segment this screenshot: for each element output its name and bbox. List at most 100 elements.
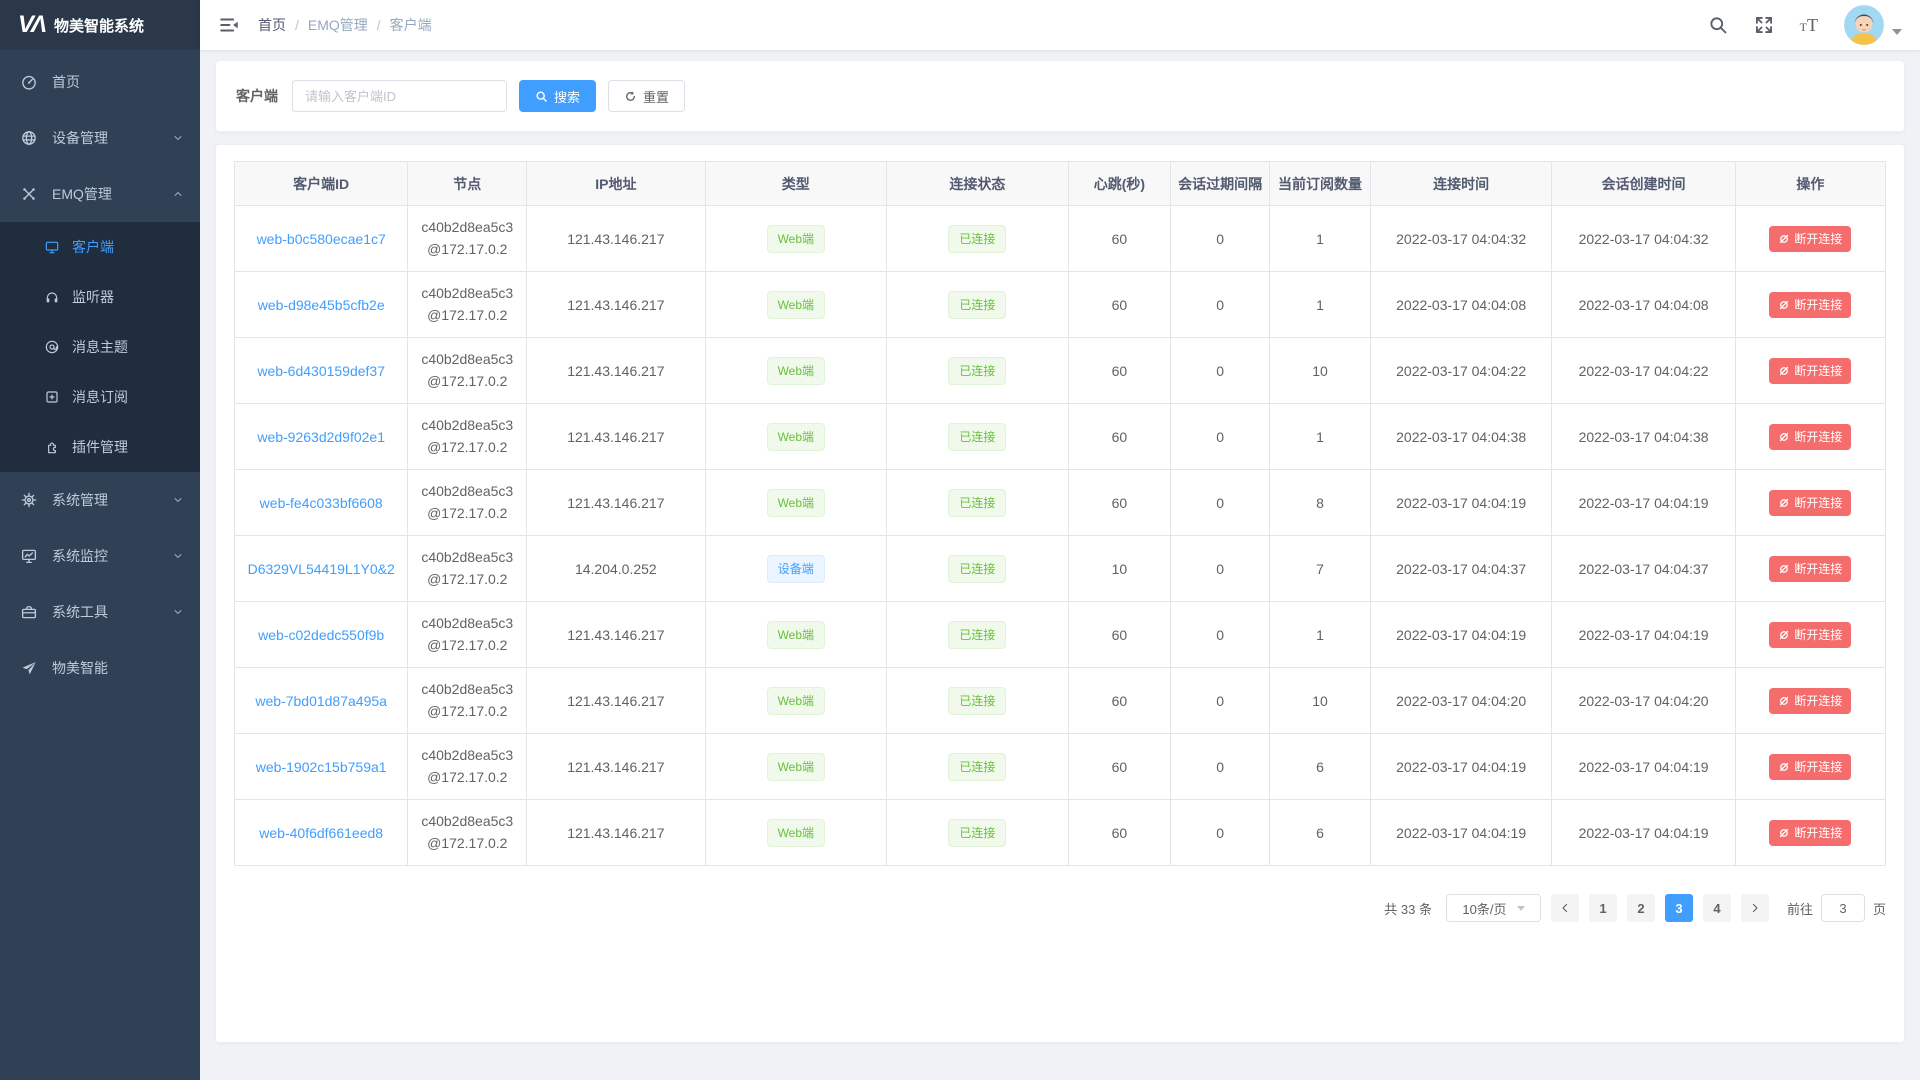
ip-cell: 121.43.146.217: [527, 338, 705, 404]
disconnect-button[interactable]: 断开连接: [1769, 820, 1851, 846]
sidebar-item-label: 客户端: [72, 237, 184, 257]
search-icon[interactable]: [1708, 15, 1728, 35]
breadcrumb-home[interactable]: 首页: [258, 15, 286, 35]
user-menu[interactable]: [1844, 5, 1902, 45]
client-id-link[interactable]: web-9263d2d9f02e1: [257, 429, 385, 445]
subscriptions-cell: 10: [1270, 668, 1371, 734]
node-name: c40b2d8ea5c3: [408, 613, 526, 635]
status-badge: 已连接: [948, 489, 1006, 517]
unlink-icon: [1778, 761, 1790, 773]
sidebar-item-label: 插件管理: [72, 437, 184, 457]
unlink-icon: [1778, 497, 1790, 509]
client-id-link[interactable]: web-7bd01d87a495a: [255, 693, 387, 709]
sidebar-item-plugins[interactable]: 插件管理: [0, 422, 200, 472]
status-badge: 已连接: [948, 819, 1006, 847]
col-ip: IP地址: [527, 162, 705, 206]
sidebar: VΛ 物美智能系统 首页 设备管理 EMQ管理: [0, 0, 200, 1080]
disconnect-button[interactable]: 断开连接: [1769, 358, 1851, 384]
sidebar-item-home[interactable]: 首页: [0, 54, 200, 110]
breadcrumb-emq[interactable]: EMQ管理: [308, 15, 368, 35]
client-id-link[interactable]: D6329VL54419L1Y0&2: [248, 561, 395, 577]
client-id-link[interactable]: web-40f6df661eed8: [259, 825, 383, 841]
status-badge: 已连接: [948, 753, 1006, 781]
breadcrumb-current: 客户端: [390, 15, 432, 35]
col-connected-at: 连接时间: [1370, 162, 1552, 206]
heartbeat-cell: 60: [1068, 470, 1170, 536]
avatar[interactable]: [1844, 5, 1884, 45]
gear-icon: [20, 491, 38, 509]
menu-fold-icon[interactable]: [218, 14, 240, 36]
fullscreen-icon[interactable]: [1754, 15, 1774, 35]
disconnect-button[interactable]: 断开连接: [1769, 490, 1851, 516]
type-badge: Web端: [767, 291, 825, 319]
col-subscriptions: 当前订阅数量: [1270, 162, 1371, 206]
sidebar-item-listeners[interactable]: 监听器: [0, 272, 200, 322]
heartbeat-cell: 60: [1068, 800, 1170, 866]
page-button-1[interactable]: 1: [1589, 894, 1617, 922]
connected-at-cell: 2022-03-17 04:04:19: [1370, 800, 1552, 866]
sidebar-item-subscriptions[interactable]: 消息订阅: [0, 372, 200, 422]
disconnect-button[interactable]: 断开连接: [1769, 226, 1851, 252]
sidebar-item-system-tools[interactable]: 系统工具: [0, 584, 200, 640]
next-page-button[interactable]: [1741, 894, 1769, 922]
status-badge: 已连接: [948, 687, 1006, 715]
page-button-4[interactable]: 4: [1703, 894, 1731, 922]
page-button-2[interactable]: 2: [1627, 894, 1655, 922]
node-name: c40b2d8ea5c3: [408, 481, 526, 503]
client-id-link[interactable]: web-6d430159def37: [257, 363, 385, 379]
page-button-3-active[interactable]: 3: [1665, 894, 1693, 922]
client-id-link[interactable]: web-d98e45b5cfb2e: [258, 297, 385, 313]
paper-plane-icon: [20, 659, 38, 677]
ip-cell: 121.43.146.217: [527, 272, 705, 338]
font-size-icon[interactable]: TT: [1800, 16, 1818, 34]
subscribe-icon: [44, 389, 60, 405]
goto-label: 前往: [1787, 899, 1813, 918]
sidebar-item-topics[interactable]: 消息主题: [0, 322, 200, 372]
prev-page-button[interactable]: [1551, 894, 1579, 922]
col-status: 连接状态: [887, 162, 1069, 206]
heartbeat-cell: 60: [1068, 404, 1170, 470]
disconnect-button[interactable]: 断开连接: [1769, 622, 1851, 648]
disconnect-button[interactable]: 断开连接: [1769, 754, 1851, 780]
session-created-cell: 2022-03-17 04:04:19: [1552, 602, 1735, 668]
search-button[interactable]: 搜索: [519, 80, 596, 112]
sidebar-item-wumei-smart[interactable]: 物美智能: [0, 640, 200, 696]
table-row: web-7bd01d87a495a c40b2d8ea5c3@172.17.0.…: [235, 668, 1886, 734]
node-name: c40b2d8ea5c3: [408, 283, 526, 305]
node-ip: @172.17.0.2: [408, 239, 526, 261]
client-id-link[interactable]: web-b0c580ecae1c7: [257, 231, 386, 247]
goto-unit: 页: [1873, 899, 1886, 918]
ip-cell: 121.43.146.217: [527, 734, 705, 800]
sidebar-item-devices[interactable]: 设备管理: [0, 110, 200, 166]
type-badge: 设备端: [767, 555, 825, 583]
sidebar-item-system-admin[interactable]: 系统管理: [0, 472, 200, 528]
sidebar-item-emq[interactable]: EMQ管理: [0, 166, 200, 222]
reset-button[interactable]: 重置: [608, 80, 685, 112]
chevron-up-icon: [172, 188, 184, 200]
table-row: web-c02dedc550f9b c40b2d8ea5c3@172.17.0.…: [235, 602, 1886, 668]
client-id-input[interactable]: [292, 80, 507, 112]
type-badge: Web端: [767, 225, 825, 253]
topbar-actions: TT: [1708, 5, 1902, 45]
node-ip: @172.17.0.2: [408, 701, 526, 723]
subscriptions-cell: 7: [1270, 536, 1371, 602]
sidebar-item-label: 物美智能: [52, 658, 184, 678]
disconnect-button[interactable]: 断开连接: [1769, 424, 1851, 450]
client-id-link[interactable]: web-c02dedc550f9b: [258, 627, 384, 643]
sidebar-item-clients[interactable]: 客户端: [0, 222, 200, 272]
page-size-select[interactable]: 10条/页: [1446, 894, 1541, 922]
session-expiry-cell: 0: [1171, 206, 1270, 272]
connected-at-cell: 2022-03-17 04:04:19: [1370, 734, 1552, 800]
disconnect-button[interactable]: 断开连接: [1769, 292, 1851, 318]
sidebar-item-system-monitor[interactable]: 系统监控: [0, 528, 200, 584]
disconnect-button[interactable]: 断开连接: [1769, 688, 1851, 714]
session-expiry-cell: 0: [1171, 734, 1270, 800]
disconnect-button[interactable]: 断开连接: [1769, 556, 1851, 582]
table-row: web-fe4c033bf6608 c40b2d8ea5c3@172.17.0.…: [235, 470, 1886, 536]
client-id-link[interactable]: web-fe4c033bf6608: [260, 495, 383, 511]
client-id-link[interactable]: web-1902c15b759a1: [256, 759, 387, 775]
col-node: 节点: [408, 162, 527, 206]
goto-page-input[interactable]: [1821, 894, 1865, 922]
heartbeat-cell: 10: [1068, 536, 1170, 602]
breadcrumb-separator: /: [377, 17, 381, 33]
